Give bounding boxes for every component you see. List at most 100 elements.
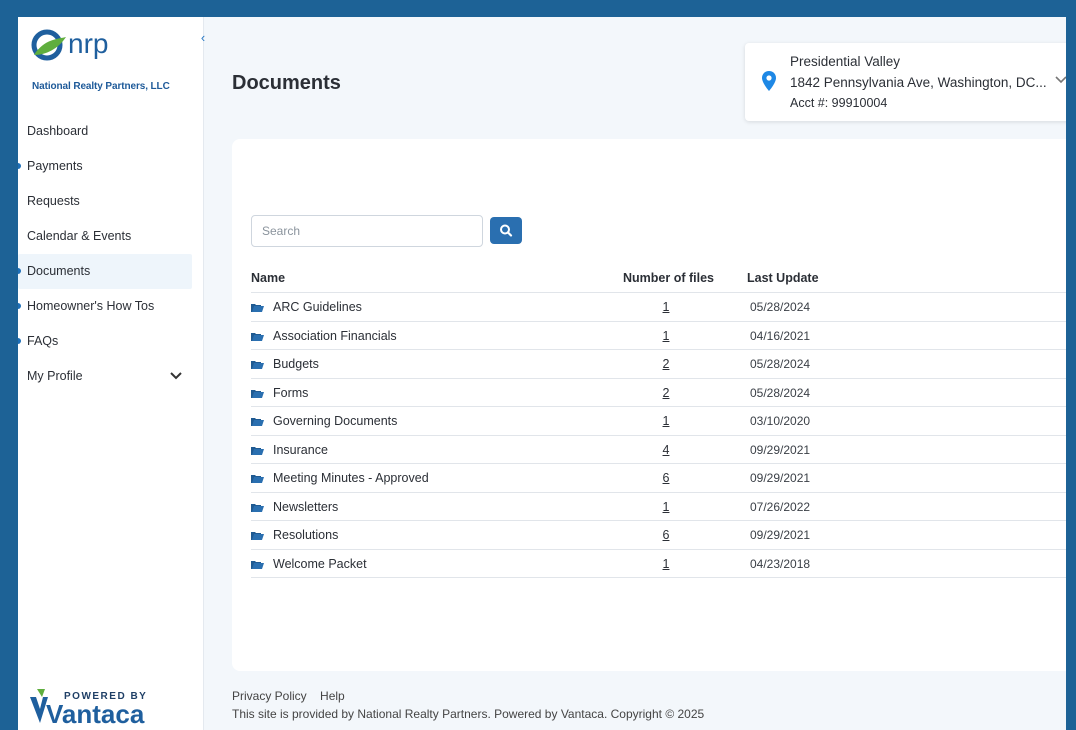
property-address: 1842 Pennsylvania Ave, Washington, DC... [790,75,1047,90]
indicator-dot [18,163,21,169]
folder-name[interactable]: Welcome Packet [273,557,367,571]
sidebar-item-label: Dashboard [27,124,89,138]
search-input[interactable] [251,215,483,247]
sidebar-item-faqs[interactable]: FAQs [18,324,204,359]
folder-icon [251,302,264,312]
sidebar-item-calendar-events[interactable]: Calendar & Events [18,219,204,254]
file-count-link[interactable]: 1 [656,300,676,314]
file-count-link[interactable]: 4 [656,443,676,457]
sidebar-item-label: FAQs [27,334,59,348]
app-shell: nrp National Realty Partners, LLC ‹ Dash… [18,17,1066,730]
map-pin-icon [762,71,776,91]
file-count-link[interactable]: 2 [656,386,676,400]
folder-icon [251,473,264,483]
table-header: Name Number of files Last Update [251,262,1066,293]
sidebar-item-my-profile[interactable]: My Profile [18,359,204,394]
sidebar-item-label: Payments [27,159,83,173]
last-update-date: 05/28/2024 [750,300,811,314]
folder-icon [251,559,264,569]
sidebar-item-label: Documents [27,264,91,278]
table-row[interactable]: Governing Documents 1 03/10/2020 [251,407,1066,436]
footer-copyright: This site is provided by National Realty… [232,707,705,721]
file-count-link[interactable]: 1 [656,557,676,571]
last-update-date: 09/29/2021 [750,442,811,457]
sidebar-item-label: Requests [27,194,80,208]
property-selector[interactable]: Presidential Valley 1842 Pennsylvania Av… [745,43,1066,121]
folder-icon [251,445,264,455]
table-row[interactable]: Forms 2 05/28/2024 [251,379,1066,407]
documents-table: Name Number of files Last Update ARC Gui… [251,262,1066,578]
folder-name[interactable]: Budgets [273,357,319,371]
chevron-down-icon[interactable] [170,359,182,394]
folder-name[interactable]: Governing Documents [273,414,397,428]
last-update-date: 09/29/2021 [750,528,811,542]
folder-icon [251,416,264,426]
indicator-dot [18,338,21,344]
logo-wordmark: nrp [68,28,108,59]
folder-icon [251,502,264,512]
sidebar-item-label: Homeowner's How Tos [27,299,155,313]
table-row[interactable]: Welcome Packet 1 04/23/2018 [251,550,1066,578]
chevron-down-icon[interactable] [1055,73,1066,87]
file-count-link[interactable]: 6 [656,471,676,485]
folder-name[interactable]: Resolutions [273,528,338,542]
sidebar-item-dashboard[interactable]: Dashboard [18,114,204,149]
last-update-date: 07/26/2022 [750,499,811,514]
table-row[interactable]: Insurance 4 09/29/2021 [251,436,1066,464]
table-row[interactable]: Meeting Minutes - Approved 6 09/29/2021 [251,464,1066,493]
logo-tagline: National Realty Partners, LLC [32,81,170,92]
property-account: Acct #: 99910004 [790,96,888,110]
page-title: Documents [232,72,341,94]
search-icon [500,224,513,237]
folder-icon [251,359,264,369]
folder-name[interactable]: Newsletters [273,500,338,514]
last-update-date: 04/16/2021 [750,328,811,343]
privacy-policy-link[interactable]: Privacy Policy [232,689,307,703]
file-count-link[interactable]: 2 [656,357,676,371]
last-update-date: 03/10/2020 [750,414,811,428]
folder-icon [251,388,264,398]
sidebar-item-label: My Profile [27,369,83,383]
folder-name[interactable]: Forms [273,386,308,400]
sidebar: nrp National Realty Partners, LLC ‹ Dash… [18,17,205,730]
indicator-dot [18,268,21,274]
table-row[interactable]: Budgets 2 05/28/2024 [251,350,1066,379]
vendor-wordmark: Vantaca [46,699,145,729]
last-update-date: 05/28/2024 [750,357,811,371]
sidebar-nav: Dashboard Payments Requests Calendar & E… [18,114,204,394]
column-header-name[interactable]: Name [251,271,285,285]
folder-name[interactable]: ARC Guidelines [273,300,362,314]
nrp-logo-mark: nrp [31,28,108,61]
table-row[interactable]: Newsletters 1 07/26/2022 [251,493,1066,521]
folder-icon [251,331,264,341]
documents-panel: Name Number of files Last Update ARC Gui… [232,139,1066,671]
sidebar-item-payments[interactable]: Payments [18,149,204,184]
chevron-left-icon[interactable]: ‹ [196,31,210,45]
search-button[interactable] [490,217,522,244]
table-row[interactable]: Resolutions 6 09/29/2021 [251,521,1066,550]
indicator-dot [18,303,21,309]
property-name: Presidential Valley [790,54,901,69]
sidebar-item-requests[interactable]: Requests [18,184,204,219]
powered-by-vantaca-logo[interactable]: POWERED BY Vantaca [30,685,170,730]
nrp-logo[interactable]: nrp National Realty Partners, LLC [26,25,176,92]
folder-name[interactable]: Association Financials [273,329,397,343]
file-count-link[interactable]: 1 [656,414,676,428]
last-update-date: 09/29/2021 [750,471,811,485]
sidebar-item-documents[interactable]: Documents [18,254,192,289]
column-header-number-of-files[interactable]: Number of files [623,271,714,285]
table-row[interactable]: ARC Guidelines 1 05/28/2024 [251,293,1066,322]
folder-name[interactable]: Insurance [273,443,328,457]
last-update-date: 04/23/2018 [750,556,811,571]
help-link[interactable]: Help [320,689,345,703]
column-header-last-update[interactable]: Last Update [747,271,819,285]
sidebar-item-homeowners-how-tos[interactable]: Homeowner's How Tos [18,289,204,324]
file-count-link[interactable]: 1 [656,500,676,514]
folder-name[interactable]: Meeting Minutes - Approved [273,471,429,485]
table-row[interactable]: Association Financials 1 04/16/2021 [251,322,1066,350]
file-count-link[interactable]: 6 [656,528,676,542]
last-update-date: 05/28/2024 [750,385,811,400]
footer-links: Privacy Policy Help [232,689,355,703]
folder-icon [251,530,264,540]
file-count-link[interactable]: 1 [656,329,676,343]
